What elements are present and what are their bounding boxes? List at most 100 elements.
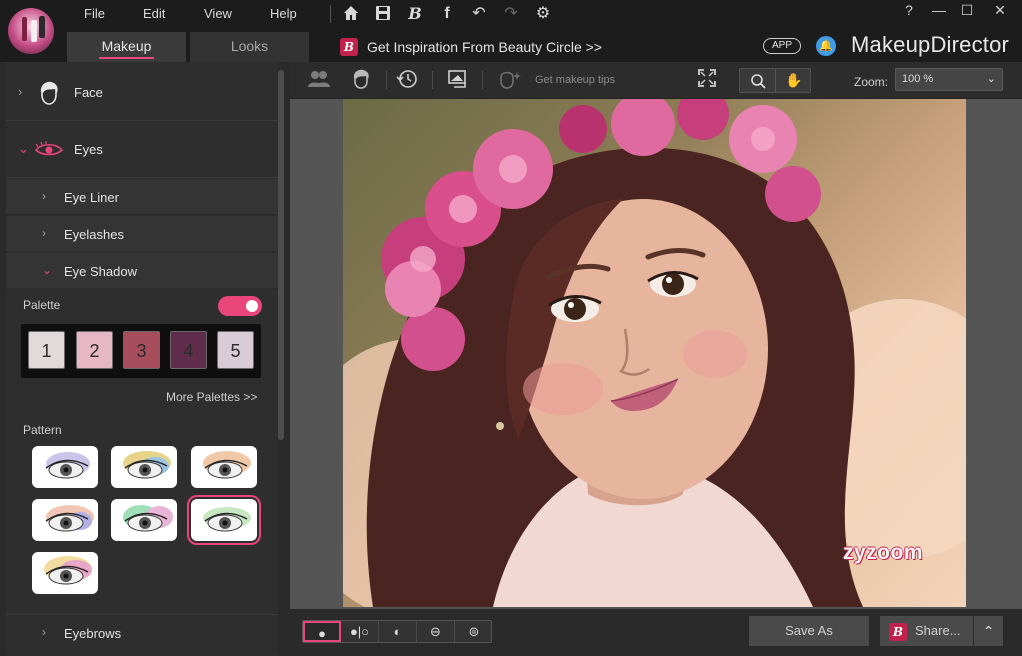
swatch-1[interactable]: 1 <box>28 331 65 369</box>
sub-eye-liner[interactable]: › Eye Liner <box>6 179 278 215</box>
hand-icon[interactable]: ✋ <box>776 69 812 92</box>
makeup-tips-label[interactable]: Get makeup tips <box>535 74 615 86</box>
eye-pattern-icon <box>44 556 92 585</box>
makeup-panel: › Face ⌄ Eyes › Eye Liner › Eyelashes ⌄ … <box>0 62 290 656</box>
swatch-2[interactable]: 2 <box>76 331 113 369</box>
pattern-5[interactable] <box>111 499 177 541</box>
side-by-side-icon[interactable]: ●|○ <box>341 621 379 642</box>
minimize-button[interactable]: — <box>925 0 953 22</box>
zoom-label: Zoom: <box>854 75 889 89</box>
eye-pattern-icon <box>203 451 251 479</box>
makeup-tips-icon[interactable] <box>495 68 521 92</box>
save-as-button[interactable]: Save As <box>749 616 869 646</box>
eye-pattern-icon <box>203 507 251 532</box>
title-bar: File Edit View Help B f ↶ ↷ ⚙ ? — ☐ ✕ Ma… <box>0 0 1022 62</box>
menu-view[interactable]: View <box>204 6 232 21</box>
sub-label: Eye Liner <box>64 190 119 205</box>
bottom-bar: ● ●|○ ◐ ⊖ ⊜ Save As B Share... ⌃ <box>290 609 1022 656</box>
redo-icon[interactable]: ↷ <box>500 4 522 24</box>
app-button[interactable]: APP <box>763 38 801 54</box>
sub-label: Eyebrows <box>64 626 122 641</box>
close-button[interactable]: ✕ <box>986 0 1014 22</box>
palette-swatches: 1 2 3 4 5 <box>21 324 261 378</box>
brand-name: MakeupDirector <box>851 32 1010 57</box>
single-view-icon[interactable]: ● <box>303 621 341 642</box>
save-icon[interactable] <box>372 4 394 24</box>
eye-icon <box>34 141 64 156</box>
face-detect-icon[interactable] <box>348 68 374 92</box>
swatch-4[interactable]: 4 <box>170 331 207 369</box>
swatch-3[interactable]: 3 <box>123 331 160 369</box>
chevron-right-icon: › <box>42 625 46 639</box>
category-face[interactable]: › Face <box>6 64 278 121</box>
zoom-dropdown[interactable]: 100 % ⌄ <box>895 68 1003 91</box>
eye-pattern-icon <box>45 452 90 479</box>
sub-eye-shadow[interactable]: ⌄ Eye Shadow <box>6 253 278 289</box>
sub-label: Eyelashes <box>64 227 124 242</box>
maximize-button[interactable]: ☐ <box>953 0 981 22</box>
face-icon <box>40 81 58 105</box>
undo-icon[interactable]: ↶ <box>468 4 490 24</box>
category-eyes[interactable]: ⌄ Eyes <box>6 121 278 178</box>
pattern-6[interactable] <box>187 495 261 545</box>
pattern-1[interactable] <box>32 446 98 488</box>
canvas-toolbar: Get makeup tips ✋ Zoom: 100 % ⌄ <box>290 62 1022 99</box>
pattern-4[interactable] <box>32 499 98 541</box>
makeup-category-list: › Face ⌄ Eyes › Eye Liner › Eyelashes ⌄ … <box>6 62 278 656</box>
facebook-icon[interactable]: f <box>436 4 458 24</box>
category-label: Eyes <box>74 142 103 157</box>
split-horizontal-icon[interactable]: ⊖ <box>417 621 455 642</box>
tab-makeup[interactable]: Makeup <box>67 32 186 62</box>
notification-bell-icon[interactable]: 🔔 <box>816 36 836 56</box>
panel-scrollbar[interactable] <box>278 70 284 440</box>
menu-help[interactable]: Help <box>270 6 297 21</box>
category-label: Face <box>74 85 103 100</box>
menu-edit[interactable]: Edit <box>143 6 165 21</box>
toolbar-divider <box>432 71 433 89</box>
beauty-circle-icon[interactable]: B <box>404 4 426 24</box>
portrait-illustration <box>343 99 966 607</box>
pattern-label: Pattern <box>23 423 62 437</box>
view-mode-group: ✋ <box>739 68 811 93</box>
swatch-5[interactable]: 5 <box>217 331 254 369</box>
eye-pattern-icon <box>123 505 173 532</box>
settings-icon[interactable]: ⚙ <box>532 4 554 24</box>
sub-eyelashes[interactable]: › Eyelashes <box>6 216 278 252</box>
help-button[interactable]: ? <box>895 0 923 22</box>
tab-looks[interactable]: Looks <box>190 32 309 62</box>
chevron-down-icon: ⌄ <box>42 263 53 277</box>
crop-icon[interactable] <box>444 68 470 92</box>
palette-label: Palette <box>23 298 61 312</box>
face-compare-icon[interactable] <box>306 68 332 92</box>
chevron-right-icon: › <box>42 226 46 240</box>
more-palettes-link[interactable]: More Palettes >> <box>166 390 257 404</box>
portrait-photo: zyzoom <box>343 99 966 607</box>
palette-toggle[interactable] <box>218 296 262 316</box>
photo-canvas[interactable]: zyzoom <box>290 99 1022 609</box>
search-icon[interactable] <box>740 69 776 92</box>
share-label: Share... <box>915 623 961 638</box>
pattern-3[interactable] <box>191 446 257 488</box>
split-diagonal-icon[interactable]: ⊜ <box>455 621 493 642</box>
share-button[interactable]: B Share... <box>880 616 973 646</box>
pattern-2[interactable] <box>111 446 177 488</box>
beauty-circle-icon: B <box>889 622 907 641</box>
zoom-value: 100 % <box>902 73 934 85</box>
eye-pattern-icon <box>45 505 94 532</box>
fullscreen-icon[interactable] <box>694 68 720 92</box>
chevron-down-icon: ⌄ <box>986 73 996 85</box>
beauty-circle-link[interactable]: B Get Inspiration From Beauty Circle >> <box>340 37 602 57</box>
home-icon[interactable] <box>340 4 362 24</box>
pattern-7[interactable] <box>32 552 98 594</box>
history-icon[interactable] <box>394 68 420 92</box>
chevron-down-icon: ⌄ <box>18 141 29 156</box>
app-logo <box>8 8 54 54</box>
watermark: zyzoom <box>843 541 924 564</box>
split-vertical-icon[interactable]: ◐ <box>379 621 417 642</box>
chevron-up-icon[interactable]: ⌃ <box>974 616 1003 646</box>
beauty-circle-icon: B <box>340 38 358 56</box>
inspiration-text: Get Inspiration From Beauty Circle >> <box>367 39 602 55</box>
chevron-right-icon: › <box>18 84 23 99</box>
menu-file[interactable]: File <box>84 6 105 21</box>
sub-eyebrows[interactable]: › Eyebrows <box>6 614 278 650</box>
